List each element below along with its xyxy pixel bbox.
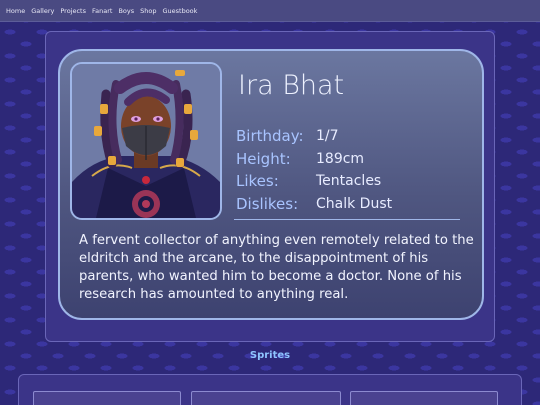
stat-label: Dislikes: xyxy=(236,194,299,213)
nav-guestbook[interactable]: Guestbook xyxy=(162,7,197,15)
stats-divider xyxy=(234,219,460,220)
stat-height: Height: 189cm xyxy=(236,150,436,173)
nav-shop[interactable]: Shop xyxy=(140,7,156,15)
sprite-slot xyxy=(350,391,498,405)
sprite-slot xyxy=(191,391,341,405)
stat-label: Birthday: xyxy=(236,127,304,145)
stat-value: Tentacles xyxy=(316,173,382,189)
stat-value: 1/7 xyxy=(316,128,339,144)
character-stats: Birthday: 1/7 Height: 189cm Likes: Tenta… xyxy=(236,127,436,217)
character-description: A fervent collector of anything even rem… xyxy=(79,233,474,302)
character-portrait xyxy=(70,62,222,220)
stat-label: Height: xyxy=(236,149,291,168)
stat-birthday: Birthday: 1/7 xyxy=(236,127,436,150)
nav-home[interactable]: Home xyxy=(6,7,25,15)
sprite-slot xyxy=(33,391,181,405)
stat-dislikes: Dislikes: Chalk Dust xyxy=(236,195,436,218)
portrait-illustration xyxy=(72,64,220,218)
stat-likes: Likes: Tentacles xyxy=(236,172,436,195)
character-name: Ira Bhat xyxy=(238,70,345,101)
nav-boys[interactable]: Boys xyxy=(118,7,134,15)
nav-gallery[interactable]: Gallery xyxy=(31,7,54,15)
top-nav: Home Gallery Projects Fanart Boys Shop G… xyxy=(0,0,540,22)
stat-value: Chalk Dust xyxy=(316,195,393,212)
sprites-heading: Sprites xyxy=(249,350,291,361)
nav-projects[interactable]: Projects xyxy=(60,7,86,15)
nav-fanart[interactable]: Fanart xyxy=(92,7,112,15)
stat-value: 189cm xyxy=(316,150,365,167)
stat-label: Likes: xyxy=(236,172,279,190)
